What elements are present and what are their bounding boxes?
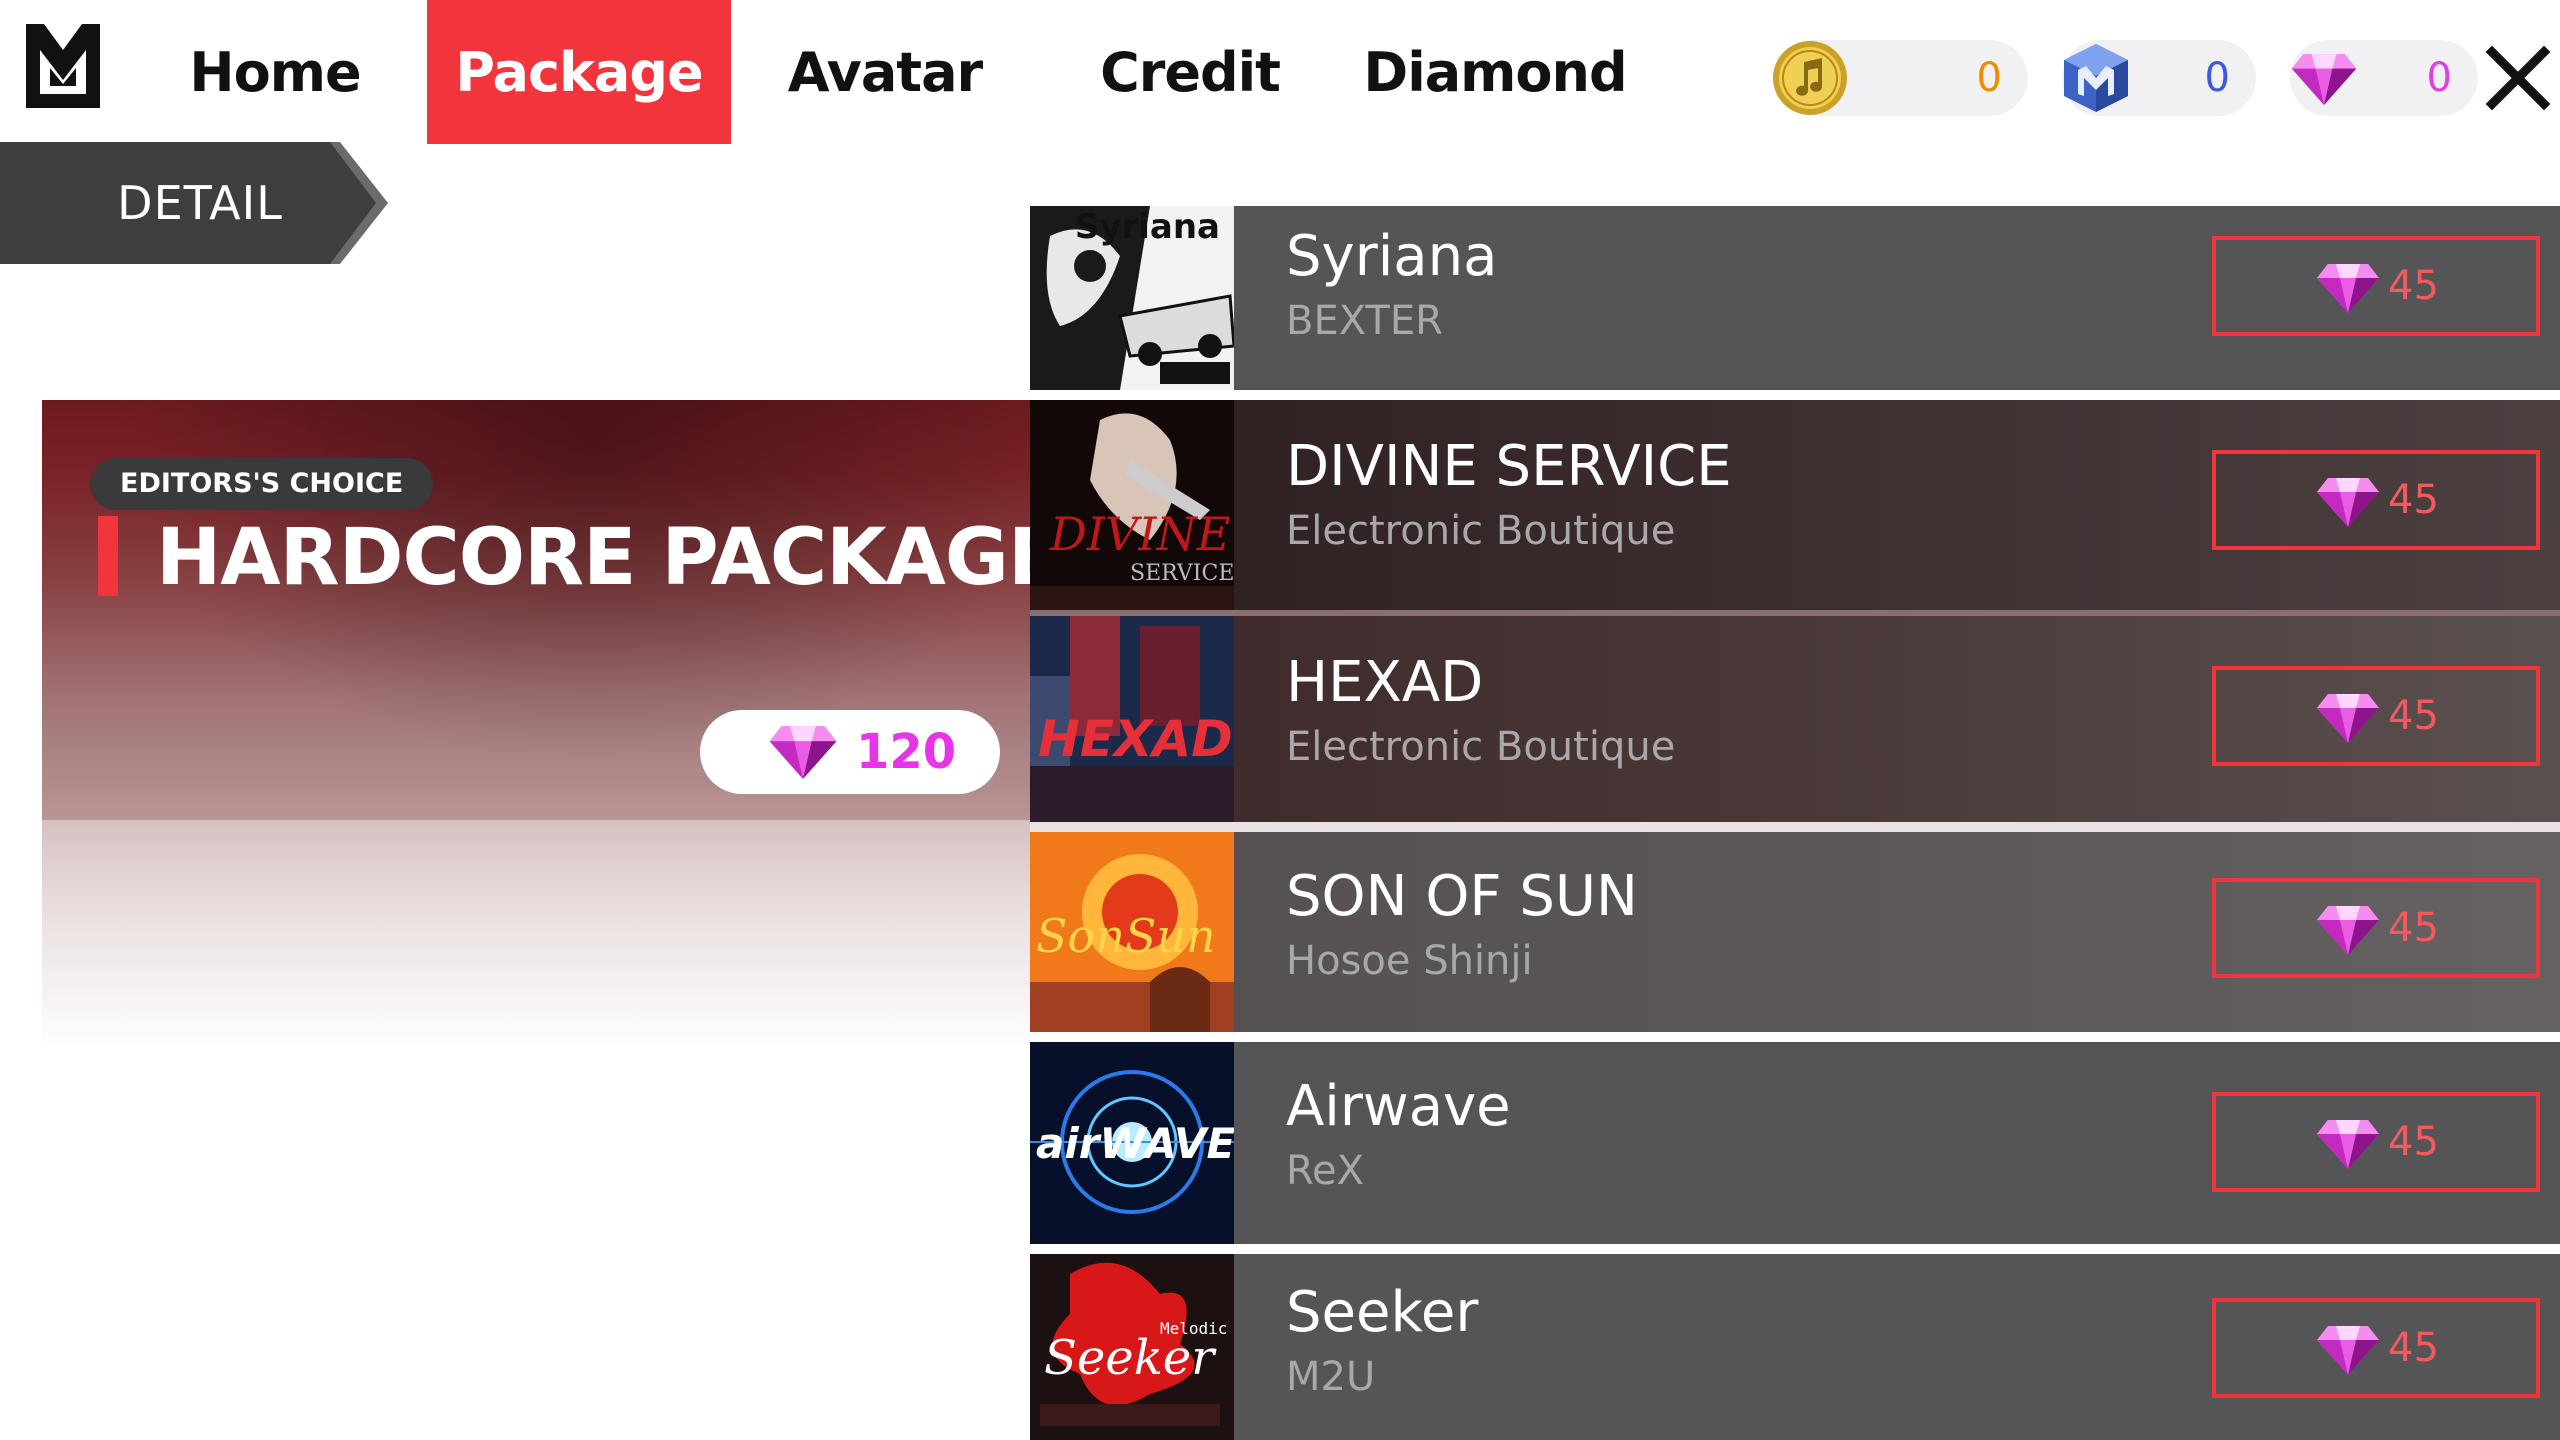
detail-tag[interactable]: DETAIL <box>0 142 390 264</box>
song-artist: Electronic Boutique <box>1286 508 1676 554</box>
close-icon[interactable] <box>2480 40 2556 116</box>
diamond-icon <box>2316 904 2380 956</box>
svg-text:Melodic: Melodic <box>1160 1319 1227 1338</box>
song-title: SON OF SUN <box>1286 864 1638 929</box>
buy-song-button[interactable]: 45 <box>2212 666 2540 766</box>
title-accent-bar <box>98 516 118 596</box>
top-bar: Home Package Avatar Credit Diamond 0 0 0 <box>0 0 2560 144</box>
svg-text:airWAVE: airWAVE <box>1036 1119 1234 1168</box>
row-divider <box>1030 390 2560 400</box>
song-artist: ReX <box>1286 1148 1365 1194</box>
song-price: 45 <box>2388 693 2439 739</box>
airwave-cover: airWAVE <box>1030 1042 1234 1244</box>
gold-coin-value: 0 <box>1976 55 2002 101</box>
diamond-icon <box>2316 1324 2380 1376</box>
diamond-value: 0 <box>2426 55 2452 101</box>
diamond-balance[interactable]: 0 <box>2290 40 2478 116</box>
song-title: HEXAD <box>1286 650 1484 715</box>
song-row[interactable]: Syriana Syriana BEXTER 45 <box>1030 206 2560 390</box>
tab-diamond[interactable]: Diamond <box>1360 0 1630 144</box>
tab-avatar[interactable]: Avatar <box>760 0 1010 144</box>
detail-label: DETAIL <box>117 176 283 230</box>
buy-song-button[interactable]: 45 <box>2212 450 2540 550</box>
syriana-cover: Syriana <box>1030 206 1234 390</box>
son-of-sun-cover: SonSun <box>1030 832 1234 1032</box>
hexad-cover: HEXAD <box>1030 616 1234 822</box>
song-row[interactable]: HEXAD HEXAD Electronic Boutique 45 <box>1030 616 2560 822</box>
cube-balance[interactable]: 0 <box>2062 40 2256 116</box>
buy-song-button[interactable]: 45 <box>2212 1092 2540 1192</box>
svg-text:HEXAD: HEXAD <box>1038 710 1233 768</box>
seeker-cover: Seeker Melodic <box>1030 1254 1234 1440</box>
row-divider <box>1030 822 2560 832</box>
svg-text:Seeker: Seeker <box>1044 1330 1217 1386</box>
song-artist: Electronic Boutique <box>1286 724 1676 770</box>
app-logo-icon <box>26 24 100 108</box>
editors-choice-badge: EDITORS'S CHOICE <box>90 458 434 510</box>
tab-package[interactable]: Package <box>427 0 731 144</box>
song-row[interactable]: DIVINE SERVICE DIVINE SERVICE Electronic… <box>1030 400 2560 610</box>
song-artist: M2U <box>1286 1354 1376 1400</box>
song-title: DIVINE SERVICE <box>1286 434 1732 499</box>
song-title: Syriana <box>1286 224 1498 289</box>
row-divider <box>1030 1032 2560 1042</box>
song-artist: BEXTER <box>1286 298 1443 344</box>
diamond-icon <box>768 724 838 780</box>
song-price: 45 <box>2388 1325 2439 1371</box>
song-row[interactable]: SonSun SON OF SUN Hosoe Shinji 45 <box>1030 832 2560 1032</box>
song-price: 45 <box>2388 477 2439 523</box>
m-cube-icon <box>2064 44 2128 112</box>
gold-coin-balance[interactable]: 0 <box>1773 40 2028 116</box>
cube-value: 0 <box>2204 55 2230 101</box>
song-price: 45 <box>2388 905 2439 951</box>
buy-song-button[interactable]: 45 <box>2212 236 2540 336</box>
diamond-icon <box>2291 54 2357 105</box>
tab-home[interactable]: Home <box>150 0 400 144</box>
song-title: Seeker <box>1286 1280 1479 1345</box>
package-buy-button[interactable]: 120 <box>700 710 1000 794</box>
diamond-icon <box>2316 262 2380 314</box>
gold-music-coin-icon <box>1773 41 1847 115</box>
song-artist: Hosoe Shinji <box>1286 938 1533 984</box>
song-price: 45 <box>2388 263 2439 309</box>
package-price: 120 <box>856 724 957 780</box>
package-banner-fade <box>42 820 1042 1050</box>
svg-text:SonSun: SonSun <box>1036 909 1216 963</box>
svg-text:Syriana: Syriana <box>1075 207 1220 247</box>
diamond-icon <box>2316 476 2380 528</box>
buy-song-button[interactable]: 45 <box>2212 1298 2540 1398</box>
divine-service-cover: DIVINE SERVICE <box>1030 400 1234 610</box>
song-price: 45 <box>2388 1119 2439 1165</box>
song-row[interactable]: airWAVE Airwave ReX 45 <box>1030 1042 2560 1244</box>
diamond-icon <box>2316 1118 2380 1170</box>
buy-song-button[interactable]: 45 <box>2212 878 2540 978</box>
tab-credit[interactable]: Credit <box>1060 0 1320 144</box>
row-divider <box>1030 1244 2560 1254</box>
song-row[interactable]: Seeker Melodic Seeker M2U 45 <box>1030 1254 2560 1440</box>
song-title: Airwave <box>1286 1074 1511 1139</box>
song-list: Syriana Syriana BEXTER 45 DIVINE SERVICE <box>1030 206 2560 1440</box>
package-title: HARDCORE PACKAGE 2 <box>156 513 1141 603</box>
svg-text:DIVINE: DIVINE <box>1049 507 1230 561</box>
diamond-icon <box>2316 692 2380 744</box>
svg-text:SERVICE: SERVICE <box>1130 561 1234 586</box>
